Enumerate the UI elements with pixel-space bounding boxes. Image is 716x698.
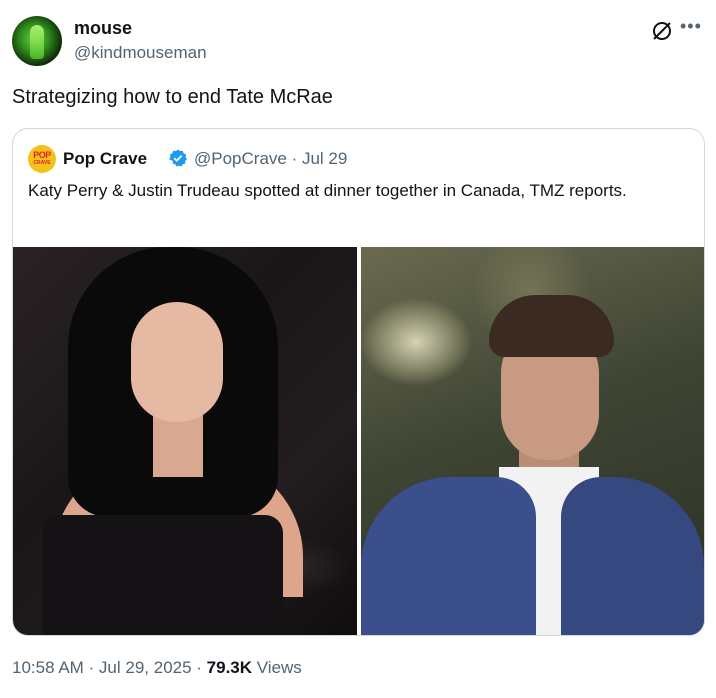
- more-horizontal-icon[interactable]: •••: [680, 16, 702, 37]
- view-count: 79.3K: [206, 658, 253, 677]
- views-label: Views: [252, 658, 302, 677]
- quoted-author-avatar[interactable]: POP CRAVE: [28, 145, 56, 173]
- verified-badge-icon: [169, 149, 187, 167]
- grok-icon[interactable]: [651, 20, 673, 42]
- quoted-photo-1[interactable]: [13, 247, 357, 635]
- post-text: Strategizing how to end Tate McRae: [12, 86, 333, 108]
- quoted-photo-2[interactable]: [361, 247, 704, 635]
- quoted-author-name[interactable]: Pop Crave: [63, 149, 147, 169]
- quoted-post-text: Katy Perry & Justin Trudeau spotted at d…: [28, 181, 627, 200]
- quoted-author-meta[interactable]: @PopCrave · Jul 29: [194, 149, 347, 169]
- quoted-post[interactable]: POP CRAVE Pop Crave @PopCrave · Jul 29 K…: [12, 128, 705, 636]
- post-timestamp: 10:58 AM · Jul 29, 2025 · 79.3K Views: [12, 658, 302, 678]
- author-handle[interactable]: @kindmouseman: [74, 43, 207, 63]
- author-display-name[interactable]: mouse: [74, 18, 132, 39]
- post-time[interactable]: 10:58 AM · Jul 29, 2025 ·: [12, 658, 207, 677]
- author-avatar[interactable]: [12, 16, 62, 66]
